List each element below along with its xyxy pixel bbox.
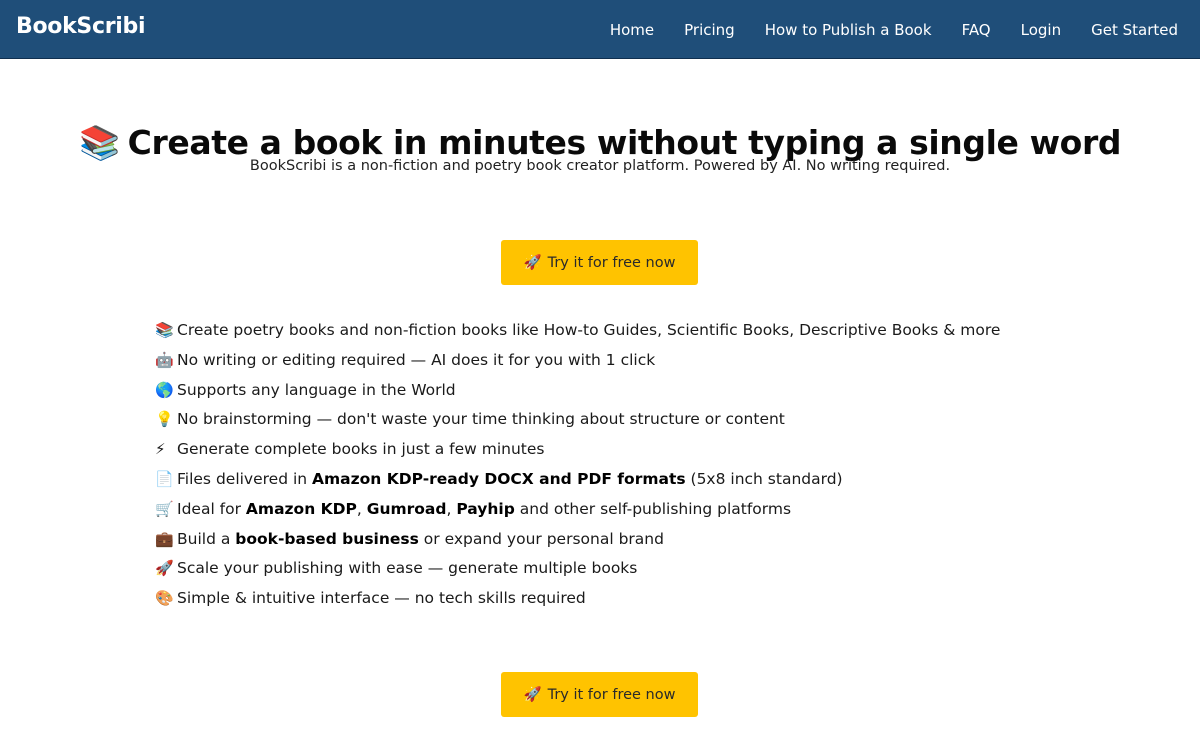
try-free-button-label: Try it for free now xyxy=(547,686,676,703)
nav-link-get-started[interactable]: Get Started xyxy=(1091,21,1178,39)
nav-link-how-to-publish[interactable]: How to Publish a Book xyxy=(765,21,932,39)
try-free-button-label: Try it for free now xyxy=(547,254,676,271)
globe-icon: 🌎 xyxy=(155,380,174,399)
try-free-button-top[interactable]: 🚀 Try it for free now xyxy=(501,240,698,285)
feature-item: 🛒 Ideal for Amazon KDP, Gumroad, Payhip a… xyxy=(155,495,1000,525)
feature-text-bold: Amazon KDP xyxy=(245,499,357,518)
lightbulb-icon: 💡 xyxy=(155,410,174,429)
lightning-icon: ⚡ xyxy=(155,440,166,459)
top-navbar: BookScribi Home Pricing How to Publish a… xyxy=(0,0,1200,59)
feature-text: , xyxy=(446,499,457,518)
feature-item: 🌎 Supports any language in the World xyxy=(155,376,1000,406)
nav-link-login[interactable]: Login xyxy=(1021,21,1061,39)
page-subtitle: BookScribi is a non-fiction and poetry b… xyxy=(249,158,951,174)
feature-text: Ideal for xyxy=(177,499,246,518)
feature-text: Simple & intuitive interface — no tech s… xyxy=(177,589,586,608)
feature-text-bold: Gumroad xyxy=(366,499,447,518)
feature-text: Build a xyxy=(177,529,236,548)
rocket-icon: 🚀 xyxy=(523,255,542,271)
nav-link-pricing[interactable]: Pricing xyxy=(684,21,735,39)
feature-text: Create poetry books and non-fiction book… xyxy=(177,321,1001,339)
feature-list: 📚 Create poetry books and non-fiction boo… xyxy=(155,316,1000,614)
feature-text: Supports any language in the World xyxy=(177,380,456,399)
feature-text-bold: Amazon KDP-ready DOCX and PDF formats xyxy=(312,469,686,488)
feature-item: 🤖 No writing or editing required — AI doe… xyxy=(155,346,1000,376)
page-title-text: Create a book in minutes without typing … xyxy=(127,123,1122,163)
nav-links: Home Pricing How to Publish a Book FAQ L… xyxy=(610,0,1178,59)
palette-icon: 🎨 xyxy=(155,589,174,608)
feature-text: , xyxy=(356,499,367,518)
document-icon: 📄 xyxy=(155,469,174,488)
books-icon: 📚 xyxy=(155,321,174,339)
feature-item: 💡 No brainstorming — don't waste your tim… xyxy=(155,405,1000,435)
feature-item: 📚 Create poetry books and non-fiction boo… xyxy=(155,316,1000,346)
try-free-button-bottom[interactable]: 🚀 Try it for free now xyxy=(501,672,698,717)
feature-item: 🎨 Simple & intuitive interface — no tech … xyxy=(155,584,1000,614)
feature-text: and other self-publishing platforms xyxy=(514,499,792,518)
feature-item: ⚡ Generate complete books in just a few m… xyxy=(155,435,1000,465)
books-icon: 📚 xyxy=(78,123,120,163)
robot-icon: 🤖 xyxy=(155,350,174,369)
feature-text: Generate complete books in just a few mi… xyxy=(177,440,545,459)
nav-link-faq[interactable]: FAQ xyxy=(962,21,991,39)
feature-text: Scale your publishing with ease — genera… xyxy=(177,559,638,578)
cart-icon: 🛒 xyxy=(155,499,174,518)
briefcase-icon: 💼 xyxy=(155,529,174,548)
feature-text: No writing or editing required — AI does… xyxy=(177,350,656,369)
rocket-icon: 🚀 xyxy=(155,559,174,578)
feature-item: 💼 Build a book-based business or expand y… xyxy=(155,525,1000,555)
feature-text: No brainstorming — don't waste your time… xyxy=(177,410,785,429)
feature-text-bold: Payhip xyxy=(456,499,515,518)
feature-text: or expand your personal brand xyxy=(418,529,664,548)
feature-text: Files delivered in xyxy=(177,469,313,488)
feature-item: 🚀 Scale your publishing with ease — gener… xyxy=(155,554,1000,584)
feature-text: (5x8 inch standard) xyxy=(685,469,843,488)
nav-link-home[interactable]: Home xyxy=(610,21,654,39)
rocket-icon: 🚀 xyxy=(523,687,542,703)
brand-logo[interactable]: BookScribi xyxy=(16,14,146,39)
feature-item: 📄 Files delivered in Amazon KDP-ready DOC… xyxy=(155,465,1000,495)
feature-text-bold: book-based business xyxy=(235,529,419,548)
